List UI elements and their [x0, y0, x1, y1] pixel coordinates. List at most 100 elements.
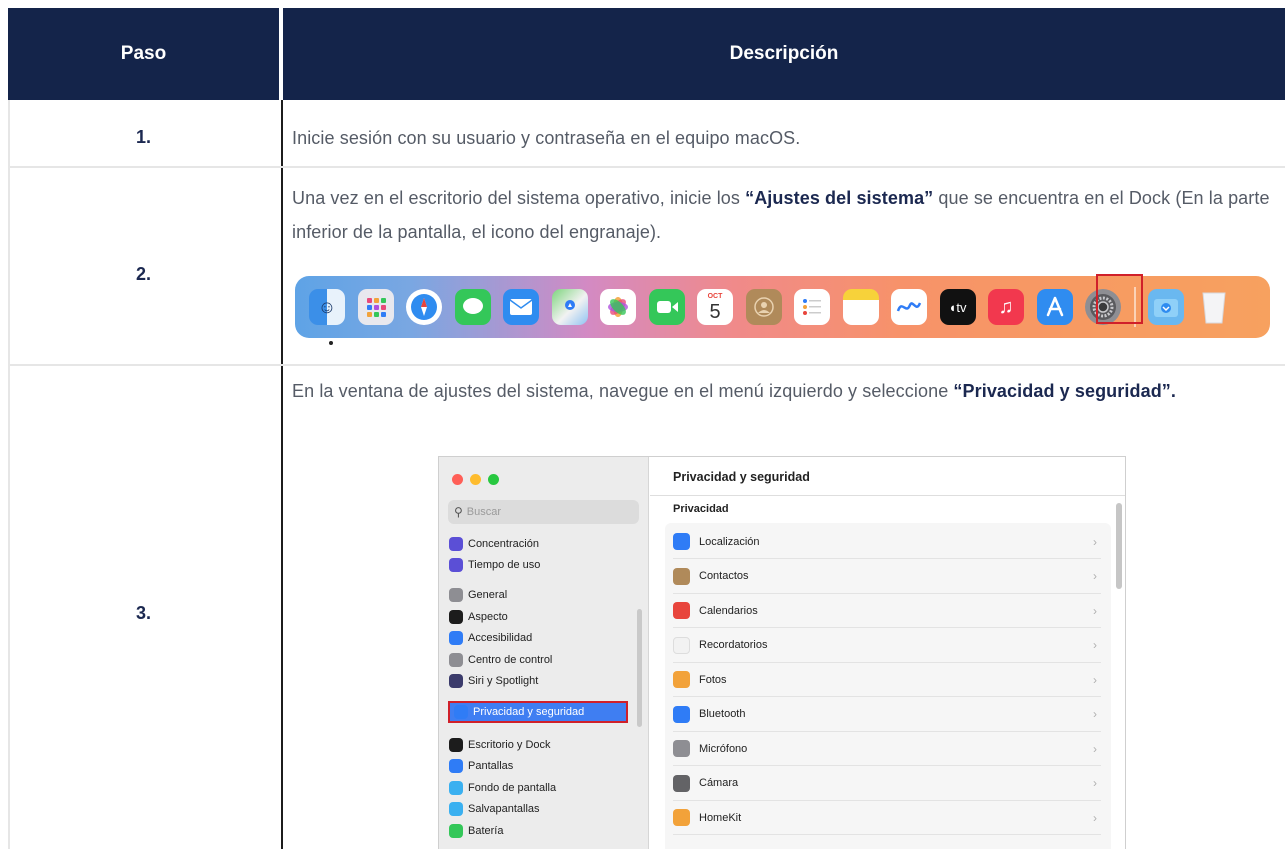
notes-icon[interactable] [842, 289, 879, 325]
freeform-icon[interactable] [891, 289, 927, 325]
sidebar-item-icon [449, 759, 463, 773]
privacy-item-label: Cámara [699, 777, 739, 789]
sidebar-item-icon [454, 705, 468, 719]
row-separator [8, 364, 1285, 366]
page-title: Privacidad y seguridad [673, 470, 810, 484]
trash-icon[interactable] [1196, 289, 1232, 325]
safari-icon[interactable] [406, 289, 442, 325]
chevron-right-icon: › [1093, 741, 1097, 756]
sidebar-item-label: Pantallas [468, 760, 514, 772]
privacy-list-item[interactable]: Cámara › [673, 767, 1101, 801]
privacy-item-icon [673, 740, 690, 757]
sidebar-item[interactable]: Fondo de pantalla [449, 779, 629, 797]
privacy-item-icon [673, 567, 690, 585]
sidebar-item[interactable]: General [449, 586, 629, 604]
step-description: Una vez en el escritorio del sistema ope… [292, 188, 1270, 242]
sidebar-item[interactable]: Escritorio y Dock [449, 736, 629, 754]
sidebar-item-label: Batería [468, 825, 504, 837]
sidebar-item[interactable]: Privacidad y seguridad [448, 701, 628, 723]
step-number: 1. [135, 127, 151, 147]
maps-icon[interactable] [551, 289, 588, 325]
apple-tv-icon[interactable]: ◖ tv [939, 289, 976, 325]
sidebar-item-icon [449, 558, 463, 572]
launchpad-icon[interactable] [357, 289, 394, 325]
privacy-list-item[interactable]: Fotos › [673, 663, 1101, 697]
sidebar-item[interactable]: Tiempo de uso [449, 556, 629, 574]
privacy-item-icon [673, 533, 690, 550]
step-number: 2. [135, 264, 151, 284]
privacy-item-label: Fotos [699, 673, 727, 686]
bold-term: “Ajustes del sistema” [745, 188, 934, 208]
privacy-list-item[interactable]: Micrófono › [673, 732, 1101, 766]
running-indicator [329, 341, 333, 345]
main-scrollbar[interactable] [1116, 503, 1122, 589]
finder-icon[interactable]: ☺ [309, 289, 345, 325]
chevron-right-icon: › [1093, 672, 1097, 687]
sidebar-scrollbar[interactable] [637, 609, 642, 727]
privacy-item-icon [673, 602, 690, 619]
header-step: Paso [8, 8, 279, 100]
privacy-list-item[interactable]: Contactos › [673, 560, 1101, 594]
privacy-item-icon [673, 671, 690, 688]
sidebar-item-label: Tiempo de uso [468, 559, 541, 571]
sidebar-item[interactable]: Centro de control [449, 651, 629, 669]
sidebar-item-label: Aspecto [468, 611, 508, 623]
privacy-item-icon [673, 774, 690, 792]
sidebar-item[interactable]: Salvapantallas [449, 800, 629, 818]
privacy-item-label: Micrófono [699, 742, 748, 755]
sidebar-item-label: Salvapantallas [468, 803, 540, 815]
calendar-icon[interactable]: OCT 5 [697, 289, 733, 325]
privacy-list-item[interactable]: Calendarios › [673, 594, 1101, 628]
privacy-item-label: Contactos [699, 570, 749, 582]
chevron-right-icon: › [1093, 569, 1097, 583]
column-divider [281, 100, 283, 849]
minimize-button[interactable] [470, 474, 481, 485]
sidebar-item-icon [449, 824, 463, 838]
sidebar-item-icon [449, 653, 463, 667]
contacts-icon[interactable] [745, 289, 782, 325]
sidebar-item-label: Accesibilidad [468, 632, 533, 644]
photos-icon[interactable] [600, 289, 636, 325]
sidebar-item-icon [449, 802, 463, 816]
bold-term: “Privacidad y seguridad”. [953, 381, 1176, 401]
sidebar-item[interactable]: Pantallas [449, 757, 629, 775]
privacy-list-item[interactable]: Recordatorios › [673, 629, 1101, 663]
section-title: Privacidad [673, 503, 729, 515]
privacy-item-icon [673, 636, 690, 654]
sidebar-item[interactable]: Siri y Spotlight [449, 672, 629, 690]
privacy-item-label: Localización [699, 535, 760, 548]
privacy-list-item[interactable]: Bluetooth › [673, 698, 1101, 732]
highlight-system-settings [1096, 274, 1143, 324]
sidebar-item[interactable]: Aspecto [449, 608, 629, 626]
sidebar-item-label: General [468, 589, 508, 601]
close-button[interactable] [452, 474, 463, 485]
chevron-right-icon: › [1093, 603, 1097, 618]
sidebar-item-icon [449, 781, 463, 795]
privacy-list-item[interactable]: HomeKit › [673, 801, 1101, 835]
chevron-right-icon: › [1093, 810, 1097, 825]
reminders-icon[interactable] [794, 289, 830, 325]
sidebar-item-label: Siri y Spotlight [468, 675, 539, 687]
sidebar-item[interactable]: Concentración [449, 535, 629, 553]
chevron-right-icon: › [1093, 534, 1097, 549]
music-icon[interactable]: ♫ [988, 289, 1024, 325]
downloads-folder-icon[interactable] [1147, 289, 1184, 325]
search-input[interactable]: ⚲ Buscar [448, 500, 639, 524]
chevron-right-icon: › [1093, 776, 1097, 790]
row-separator [8, 166, 1285, 168]
app-store-icon[interactable] [1036, 289, 1073, 325]
privacy-item-label: Calendarios [699, 604, 758, 617]
sidebar-item[interactable]: Batería [449, 822, 629, 840]
sidebar-item-icon [449, 674, 463, 688]
messages-icon[interactable] [454, 289, 491, 325]
facetime-icon[interactable] [648, 289, 685, 325]
left-border [8, 100, 10, 849]
zoom-button[interactable] [488, 474, 499, 485]
privacy-list-item[interactable]: Localización › [673, 525, 1101, 559]
sidebar-item[interactable]: Accesibilidad [449, 629, 629, 647]
mail-icon[interactable] [503, 289, 539, 325]
privacy-item-icon [673, 705, 690, 723]
search-icon: ⚲ [454, 505, 463, 519]
sidebar-item-label: Privacidad y seguridad [473, 706, 585, 718]
privacy-item-icon [673, 809, 690, 826]
